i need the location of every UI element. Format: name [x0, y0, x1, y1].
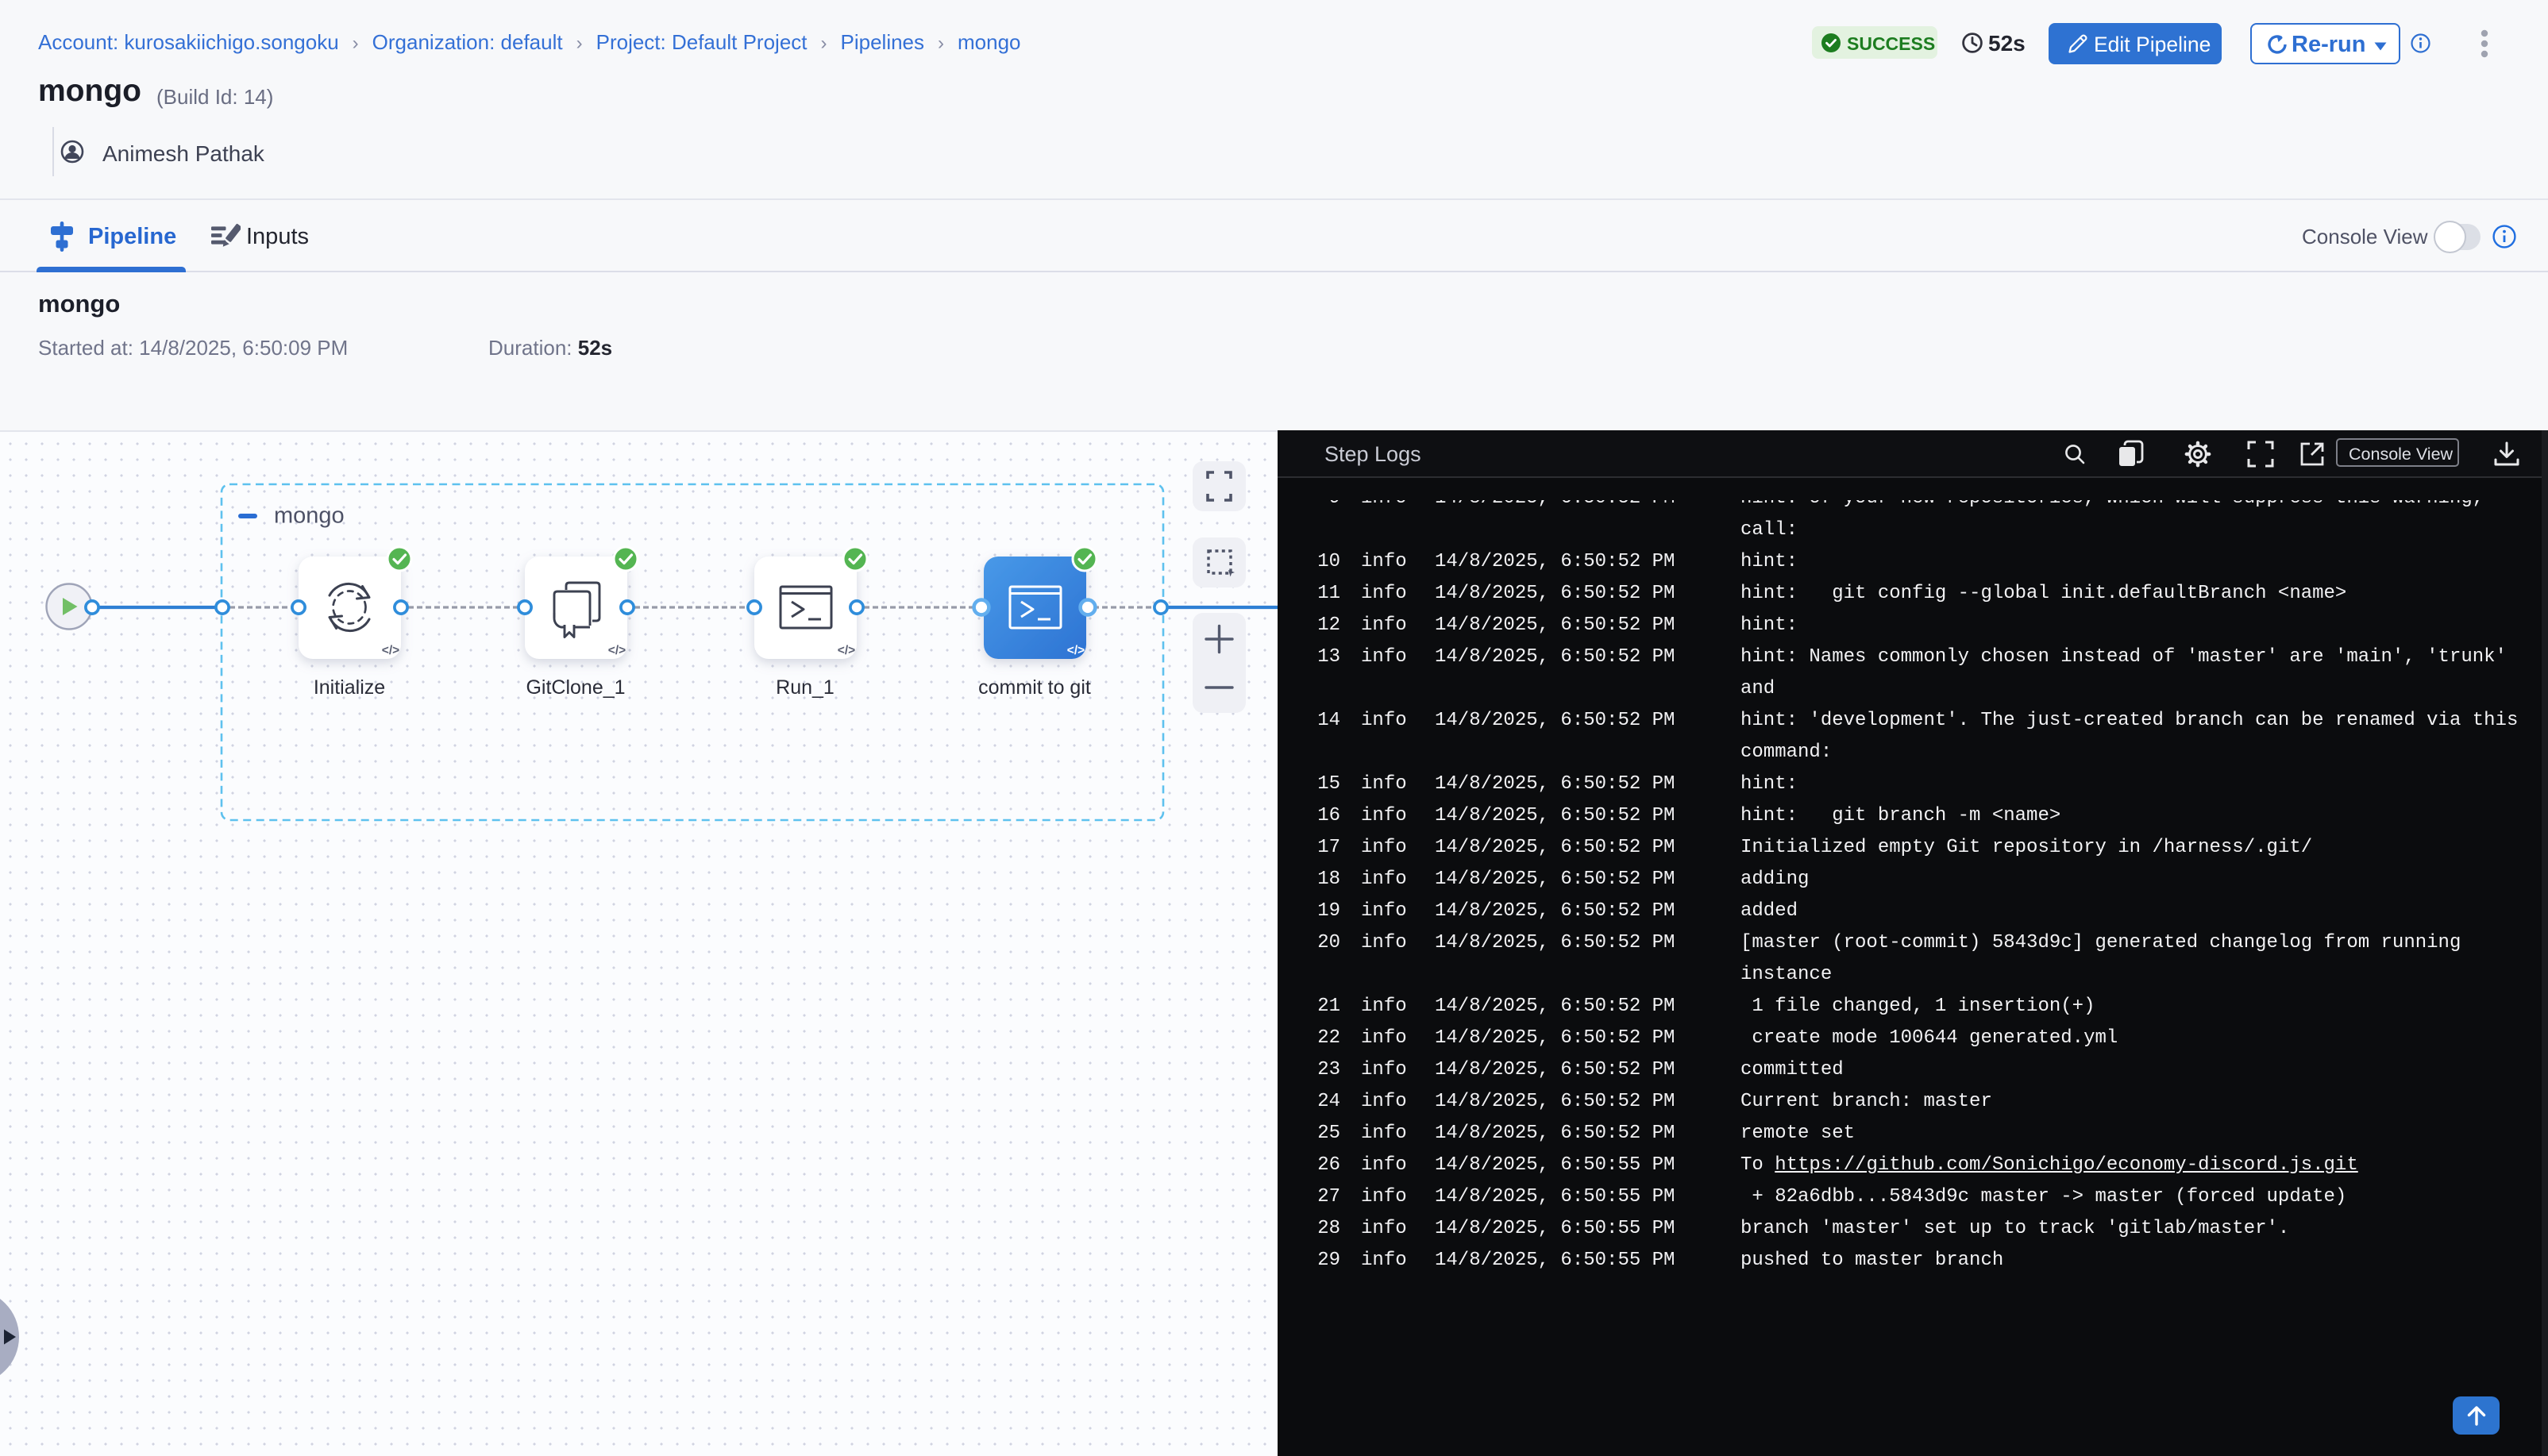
svg-text:mongo: mongo	[274, 503, 345, 529]
svg-text:</>: </>	[608, 644, 626, 657]
svg-text:</>: </>	[382, 644, 399, 657]
svg-text:</>: </>	[1067, 644, 1085, 657]
svg-text:</>: </>	[838, 644, 855, 657]
